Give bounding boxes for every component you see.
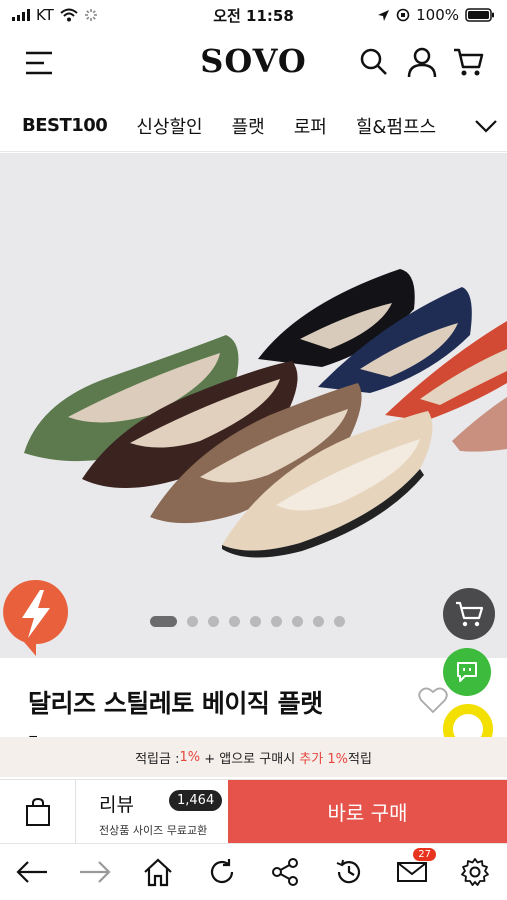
signal-icon (12, 9, 30, 21)
reward-suffix: 적립 (347, 751, 372, 767)
reward-label: 적립금 : (135, 751, 180, 767)
cart-button[interactable] (452, 46, 484, 78)
floating-cart-button[interactable] (443, 588, 495, 640)
review-count-badge: 1,464 (169, 790, 223, 811)
category-expand-button[interactable] (473, 114, 499, 138)
history-button[interactable] (331, 854, 367, 890)
menu-button[interactable] (24, 50, 54, 76)
category-nav: BEST100 신상할인 플랫 로퍼 힐&펌프스 (0, 100, 507, 152)
orientation-lock-icon (396, 8, 410, 22)
loading-icon (84, 9, 97, 21)
free-exchange-note: 전상품 사이즈 무료교환 (99, 824, 208, 837)
mail-count-badge: 27 (413, 848, 436, 861)
category-flat[interactable]: 플랫 (232, 113, 265, 139)
carousel-indicator (150, 616, 345, 627)
carousel-dot[interactable] (250, 616, 261, 627)
chevron-down-icon (475, 120, 497, 133)
chat-icon (457, 662, 477, 682)
location-icon (378, 9, 390, 21)
home-button[interactable] (140, 854, 176, 890)
mail-button[interactable]: 27 (394, 848, 436, 890)
home-icon (144, 858, 173, 887)
gear-icon (461, 858, 490, 886)
forward-arrow-icon (80, 861, 111, 883)
wishlist-button[interactable] (418, 686, 448, 714)
account-button[interactable] (406, 46, 438, 78)
search-icon (360, 48, 387, 75)
heart-icon (418, 687, 448, 714)
review-label: 리뷰 (99, 794, 134, 816)
share-icon (272, 858, 299, 886)
flat-shoes-illustration (24, 269, 507, 558)
flash-deal-button[interactable] (2, 578, 70, 658)
carousel-dot[interactable] (271, 616, 282, 627)
carousel-dot[interactable] (187, 616, 198, 627)
share-button[interactable] (267, 854, 303, 890)
carousel-dot[interactable] (292, 616, 303, 627)
carousel-dot[interactable] (150, 616, 177, 627)
cart-icon (454, 48, 484, 76)
carousel-dot[interactable] (208, 616, 219, 627)
forward-button[interactable] (77, 854, 113, 890)
mail-icon (396, 862, 427, 882)
reward-extra: 추가 1% (299, 751, 348, 767)
carousel-dot[interactable] (313, 616, 324, 627)
category-heels-pumps[interactable]: 힐&펌프스 (356, 113, 436, 139)
user-icon (407, 47, 437, 78)
carousel-dot[interactable] (229, 616, 240, 627)
settings-button[interactable] (457, 854, 493, 890)
reward-banner: 적립금 : 1% + 앱으로 구매시 추가 1% 적립 (0, 737, 507, 777)
shopping-bag-button[interactable] (0, 780, 76, 843)
reload-icon (210, 859, 233, 884)
history-icon (336, 859, 360, 884)
battery-icon (465, 8, 494, 22)
category-new-sale[interactable]: 신상할인 (136, 113, 202, 139)
purchase-bar: 리뷰 1,464 전상품 사이즈 무료교환 바로 구매 (0, 779, 507, 843)
product-image (24, 269, 507, 558)
status-bar: KT 오전 11:58 100% (0, 0, 507, 30)
browser-toolbar: 27 (0, 843, 507, 900)
product-image-carousel[interactable] (0, 153, 507, 658)
wifi-icon (60, 8, 78, 22)
reload-button[interactable] (204, 854, 240, 890)
battery-percent: 100% (416, 6, 459, 24)
category-best100[interactable]: BEST100 (22, 115, 108, 136)
menu-icon (26, 51, 52, 75)
reward-mid: + 앱으로 구매시 (200, 751, 300, 767)
category-loafer[interactable]: 로퍼 (294, 113, 327, 139)
carrier-label: KT (36, 6, 54, 24)
app-header: SOVO (0, 30, 507, 96)
back-button[interactable] (14, 854, 50, 890)
product-title: 달리즈 스틸레토 베이직 플랫 (28, 689, 323, 718)
review-button[interactable]: 리뷰 1,464 전상품 사이즈 무료교환 (77, 780, 228, 843)
chat-button[interactable] (443, 648, 491, 696)
carousel-dot[interactable] (334, 616, 345, 627)
back-arrow-icon (16, 861, 47, 883)
lightning-icon (3, 579, 68, 656)
shopping-bag-icon (25, 797, 50, 826)
reward-rate: 1% (179, 749, 201, 765)
cart-icon (456, 601, 484, 627)
buy-now-button[interactable]: 바로 구매 (228, 780, 507, 843)
search-button[interactable] (358, 46, 390, 78)
